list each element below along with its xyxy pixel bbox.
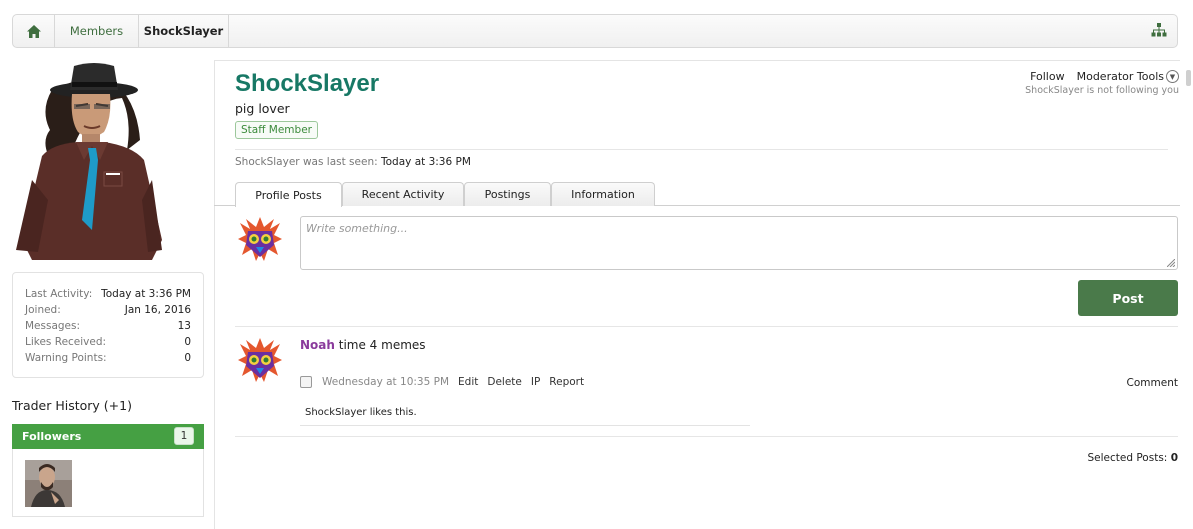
divider — [235, 149, 1168, 150]
selected-posts-label: Selected Posts: — [1087, 452, 1168, 464]
post-likes: ShockSlayer likes this. — [300, 401, 750, 426]
selected-posts: Selected Posts: 0 — [1088, 452, 1179, 464]
post-author-avatar[interactable] — [236, 336, 284, 384]
edit-link[interactable]: Edit — [458, 376, 478, 388]
stat-value: 0 — [184, 352, 191, 364]
divider — [235, 436, 1178, 437]
chevron-down-icon: ▼ — [1166, 70, 1179, 83]
breadcrumb-home[interactable] — [13, 15, 55, 47]
stat-likes: Likes Received: 0 — [25, 334, 191, 350]
sitemap-icon — [1151, 23, 1167, 37]
last-seen-value: Today at 3:36 PM — [380, 156, 471, 168]
comment-link[interactable]: Comment — [1127, 377, 1178, 389]
report-link[interactable]: Report — [549, 376, 584, 388]
tab-profile-posts[interactable]: Profile Posts — [235, 182, 342, 207]
breadcrumb-members[interactable]: Members — [55, 15, 139, 47]
post-author-link[interactable]: Noah — [300, 338, 335, 352]
home-icon — [26, 24, 41, 38]
profile-avatar[interactable] — [12, 60, 204, 260]
profile-actions: Follow Moderator Tools ▼ ShockSlayer is … — [1025, 70, 1179, 96]
stat-label: Messages: — [25, 320, 81, 332]
stat-value: Today at 3:36 PM — [101, 288, 191, 300]
member-stats: Last Activity: Today at 3:36 PM Joined: … — [12, 272, 204, 378]
post-date[interactable]: Wednesday at 10:35 PM — [322, 376, 449, 388]
moderator-tools-menu[interactable]: Moderator Tools ▼ — [1077, 70, 1179, 83]
stat-value: 0 — [184, 336, 191, 348]
breadcrumb-current: ShockSlayer — [139, 15, 229, 47]
followers-count: 1 — [174, 427, 194, 445]
stat-label: Last Activity: — [25, 288, 93, 300]
stat-label: Likes Received: — [25, 336, 107, 348]
stat-warning-points: Warning Points: 0 — [25, 350, 191, 366]
followers-header[interactable]: Followers 1 — [12, 424, 204, 449]
scrollbar[interactable] — [1184, 60, 1193, 529]
staff-badge: Staff Member — [235, 121, 318, 139]
follow-status: ShockSlayer is not following you — [1025, 85, 1179, 96]
post-button[interactable]: Post — [1078, 280, 1178, 316]
delete-link[interactable]: Delete — [487, 376, 522, 388]
moderator-tools-label: Moderator Tools — [1076, 70, 1164, 83]
trader-history[interactable]: Trader History (+1) — [12, 398, 132, 413]
post-message: Noah time 4 memes — [300, 338, 426, 352]
stat-value: Jan 16, 2016 — [124, 304, 191, 316]
ip-link[interactable]: IP — [531, 376, 540, 388]
stat-last-activity: Last Activity: Today at 3:36 PM — [25, 286, 191, 302]
tab-information[interactable]: Information — [551, 182, 655, 206]
my-avatar[interactable] — [236, 215, 284, 263]
selected-posts-count: 0 — [1170, 452, 1178, 464]
stat-label: Joined: — [25, 304, 61, 316]
post-meta: Wednesday at 10:35 PM Edit Delete IP Rep… — [300, 376, 584, 388]
last-seen: ShockSlayer was last seen: Today at 3:36… — [235, 156, 471, 168]
stat-messages: Messages: 13 — [25, 318, 191, 334]
followers-list — [12, 449, 204, 517]
sitemap-button[interactable] — [1151, 23, 1167, 40]
post-text: time 4 memes — [334, 338, 426, 352]
breadcrumb: Members ShockSlayer — [12, 14, 1178, 48]
profile-user-title: pig lover — [235, 101, 290, 116]
divider — [235, 326, 1178, 327]
post-select-checkbox[interactable] — [300, 376, 312, 388]
stat-label: Warning Points: — [25, 352, 107, 364]
profile-post-input[interactable]: Write something... — [300, 216, 1178, 270]
tab-recent-activity[interactable]: Recent Activity — [342, 182, 464, 206]
resize-grip-icon[interactable] — [1167, 259, 1175, 267]
follow-link[interactable]: Follow — [1030, 70, 1065, 83]
profile-main-panel — [214, 60, 1180, 529]
stat-joined: Joined: Jan 16, 2016 — [25, 302, 191, 318]
followers-label: Followers — [22, 430, 82, 443]
last-seen-prefix: ShockSlayer was last seen: — [235, 156, 378, 168]
tab-postings[interactable]: Postings — [464, 182, 551, 206]
profile-username: ShockSlayer — [235, 70, 380, 97]
follower-avatar[interactable] — [25, 460, 72, 507]
composer-placeholder: Write something... — [306, 222, 408, 235]
stat-value[interactable]: 13 — [178, 318, 191, 334]
